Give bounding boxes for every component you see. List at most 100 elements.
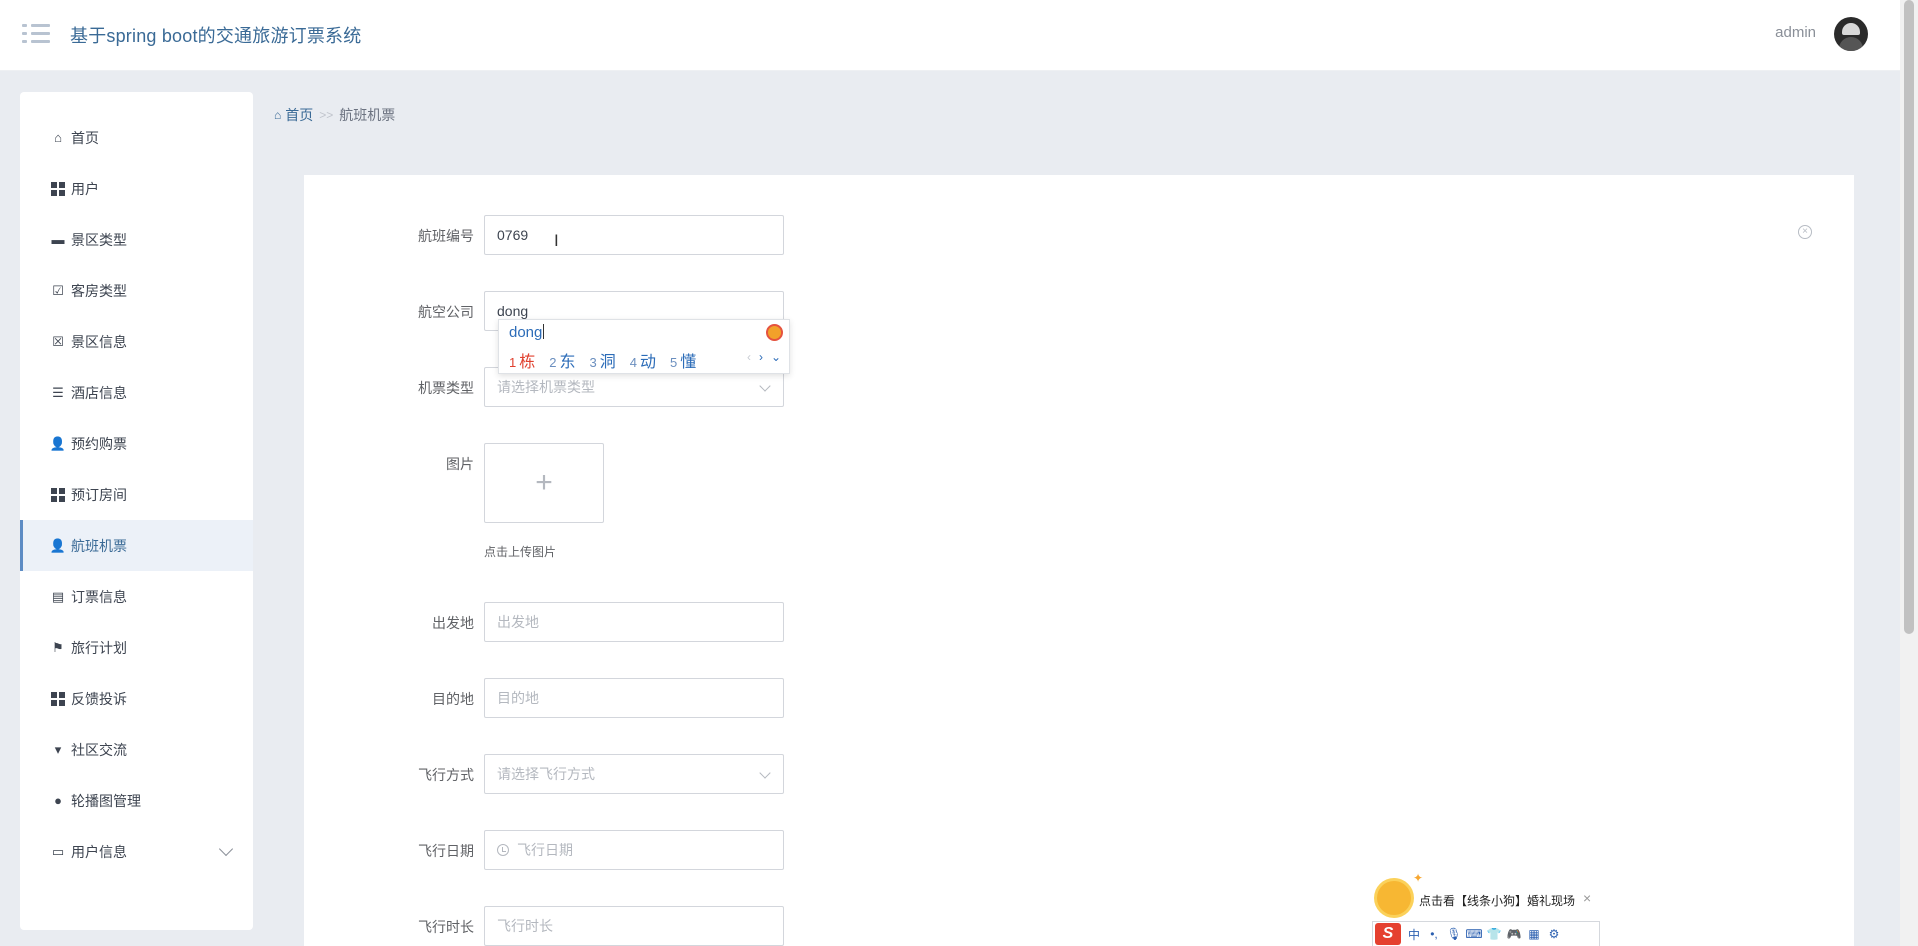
sidebar-item-label: 反馈投诉 <box>71 690 127 707</box>
sidebar-item-users[interactable]: 用户 <box>20 163 253 214</box>
sidebar-item-label: 用户 <box>71 180 99 197</box>
form-row-departure: 出发地 出发地 <box>304 602 1104 642</box>
sidebar-item-label: 客房类型 <box>71 282 127 299</box>
sidebar-item-label: 用户信息 <box>71 843 127 860</box>
id-card-icon: ▭ <box>51 844 65 859</box>
flight-duration-input[interactable]: 飞行时长 <box>484 906 784 946</box>
top-header: 基于spring boot的交通旅游订票系统 admin <box>0 0 1900 71</box>
ime-toolbar: S 中 •, 🎙 ⌨ 👕 🎮 ▦ ⚙ <box>1372 921 1600 946</box>
close-icon[interactable]: × <box>1798 225 1812 239</box>
sliders-icon: ☰ <box>52 385 64 400</box>
ime-nav: ‹ › ⌄ <box>747 350 781 364</box>
sidebar-item-label: 订票信息 <box>71 588 127 605</box>
upload-hint: 点击上传图片 <box>484 545 557 559</box>
ime-composition: dong <box>509 324 543 341</box>
flight-date-picker[interactable]: 飞行日期 <box>484 830 784 870</box>
sidebar-item-label: 景区信息 <box>71 333 127 350</box>
punctuation-toggle[interactable]: •, <box>1427 927 1441 941</box>
sidebar-item-label: 酒店信息 <box>71 384 127 401</box>
sidebar-item-label: 预约购票 <box>71 435 127 452</box>
next-page-icon[interactable]: › <box>759 350 763 364</box>
sidebar-item-scenic-type[interactable]: ▬ 景区类型 <box>20 214 253 265</box>
menu-toggle-icon[interactable] <box>22 22 50 46</box>
breadcrumb-separator: >> <box>319 108 334 122</box>
image-upload-button[interactable]: + <box>484 443 604 523</box>
flag-icon: ⚑ <box>52 640 64 655</box>
departure-label: 出发地 <box>432 615 474 631</box>
chevron-down-icon <box>759 767 771 779</box>
ad-text[interactable]: 点击看【线条小狗】婚礼现场 <box>1419 892 1575 909</box>
ime-candidate[interactable]: 1栋 <box>509 348 535 372</box>
ime-candidate[interactable]: 3洞 <box>590 348 616 372</box>
mic-icon[interactable]: 🎙 <box>1446 927 1461 941</box>
sidebar-item-flight-tickets[interactable]: 👤 航班机票 <box>20 520 253 571</box>
person-icon: 👤 <box>49 538 67 553</box>
flight-mode-select[interactable]: 请选择飞行方式 <box>484 754 784 794</box>
home-icon: ⌂ <box>274 108 282 122</box>
sogou-logo-icon[interactable]: S <box>1375 923 1401 945</box>
prev-page-icon[interactable]: ‹ <box>747 350 751 364</box>
sidebar-item-ticket-booking[interactable]: 👤 预约购票 <box>20 418 253 469</box>
floating-ad[interactable]: 点击看【线条小狗】婚礼现场 × <box>1373 871 1603 923</box>
user-name[interactable]: admin <box>1775 24 1816 41</box>
sidebar-item-user-info[interactable]: ▭ 用户信息 <box>20 826 253 877</box>
flight-no-input[interactable]: 0769 <box>484 215 784 255</box>
clipboard-icon: ▤ <box>51 589 65 604</box>
ime-candidate[interactable]: 4动 <box>630 348 656 372</box>
home-icon: ⌂ <box>54 130 62 145</box>
clock-icon <box>497 844 509 856</box>
sidebar-item-room-booking[interactable]: 预订房间 <box>20 469 253 520</box>
form-row-image: 图片 + 点击上传图片 <box>304 443 1104 573</box>
form-row-flight-date: 飞行日期 飞行日期 <box>304 830 1104 870</box>
scrollbar-thumb[interactable] <box>1904 0 1914 634</box>
ime-candidate[interactable]: 5懂 <box>670 348 696 372</box>
departure-input[interactable]: 出发地 <box>484 602 784 642</box>
app-title: 基于spring boot的交通旅游订票系统 <box>70 26 362 46</box>
flight-no-label: 航班编号 <box>418 228 474 244</box>
breadcrumb-home[interactable]: ⌂ 首页 <box>274 105 313 125</box>
grid-icon <box>51 487 65 502</box>
close-icon[interactable]: × <box>1583 890 1591 906</box>
expand-icon[interactable]: ⌄ <box>771 350 781 364</box>
sidebar-item-hotel-info[interactable]: ☰ 酒店信息 <box>20 367 253 418</box>
sidebar-item-scenic-info[interactable]: ☒ 景区信息 <box>20 316 253 367</box>
ime-candidate-popup: dong 1栋 2东 3洞 4动 5懂 ‹ › ⌄ <box>498 319 790 374</box>
ime-logo-icon <box>766 324 783 341</box>
ime-candidate[interactable]: 2东 <box>549 348 575 372</box>
form-card: × 航班编号 0769 I 航空公司 dong dong 1栋 2东 3洞 4动… <box>304 175 1854 946</box>
person-icon: 👤 <box>49 436 67 451</box>
ticket-type-placeholder: 请选择机票类型 <box>497 379 595 395</box>
destination-input[interactable]: 目的地 <box>484 678 784 718</box>
sidebar-item-label: 预订房间 <box>71 486 127 503</box>
form-row-destination: 目的地 目的地 <box>304 678 1104 718</box>
settings-icon[interactable]: ⚙ <box>1547 927 1561 941</box>
chevron-down-icon <box>218 841 234 857</box>
form-row-flight-no: 航班编号 0769 I <box>304 215 1104 255</box>
avatar[interactable] <box>1834 17 1868 51</box>
keyboard-icon[interactable]: ⌨ <box>1465 927 1482 941</box>
sidebar-item-label: 轮播图管理 <box>71 792 141 809</box>
sidebar-item-order-info[interactable]: ▤ 订票信息 <box>20 571 253 622</box>
sun-icon <box>1377 871 1423 915</box>
sidebar-item-travel-plan[interactable]: ⚑ 旅行计划 <box>20 622 253 673</box>
sidebar-item-home[interactable]: ⌂ 首页 <box>20 112 253 163</box>
leaf-icon: ● <box>54 793 62 808</box>
breadcrumb-current: 航班机票 <box>339 107 396 123</box>
sidebar-item-label: 旅行计划 <box>71 639 127 656</box>
page-scrollbar[interactable] <box>1900 0 1918 946</box>
sidebar-item-room-type[interactable]: ☑ 客房类型 <box>20 265 253 316</box>
form-row-flight-duration: 飞行时长 飞行时长 <box>304 906 1104 946</box>
flight-date-placeholder: 飞行日期 <box>517 842 573 858</box>
flight-mode-label: 飞行方式 <box>418 767 474 783</box>
flight-duration-label: 飞行时长 <box>418 919 474 935</box>
sidebar-item-feedback[interactable]: 反馈投诉 <box>20 673 253 724</box>
skin-icon[interactable]: 👕 <box>1487 927 1502 941</box>
apps-icon[interactable]: ▦ <box>1527 927 1541 941</box>
game-icon[interactable]: 🎮 <box>1507 927 1522 941</box>
ime-mode-toggle[interactable]: 中 <box>1407 927 1421 942</box>
sidebar-item-community[interactable]: ▾ 社区交流 <box>20 724 253 775</box>
sidebar-item-carousel[interactable]: ● 轮播图管理 <box>20 775 253 826</box>
paint-roller-icon: ▾ <box>54 742 62 757</box>
sidebar: ⌂ 首页 用户 ▬ 景区类型 ☑ 客房类型 ☒ 景区信息 ☰ 酒店信息 👤 预约… <box>20 92 253 930</box>
sidebar-item-label: 景区类型 <box>71 231 127 248</box>
